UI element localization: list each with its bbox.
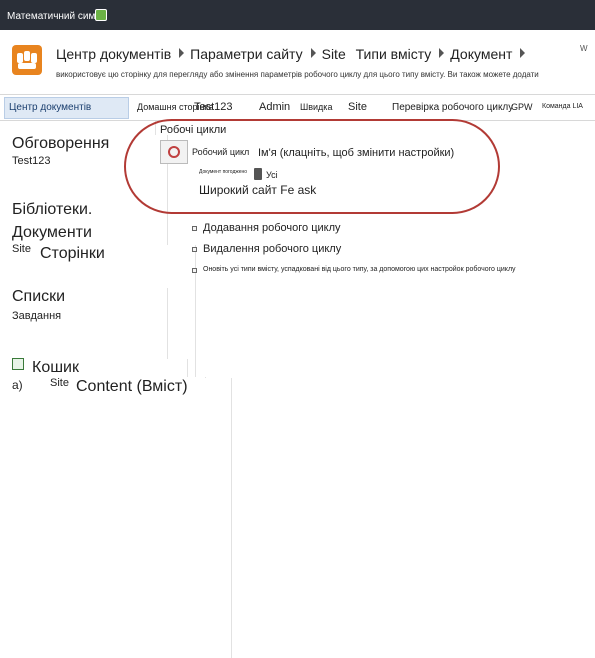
breadcrumb-separator-icon	[439, 48, 445, 58]
nav-item-site[interactable]: Site	[348, 101, 367, 113]
site-content-link[interactable]: Content (Вміст)	[76, 378, 232, 658]
bullet-icon	[192, 247, 197, 252]
nav-item-quick[interactable]: Швидка	[300, 102, 332, 112]
page-description: використовує цю сторінку для перегляду а…	[56, 70, 539, 79]
breadcrumb-overflow: W	[580, 44, 588, 53]
update-all-content-types-link[interactable]: Оновіть усі типи вмісту, успадковані від…	[203, 266, 516, 273]
remove-workflow-link[interactable]: Видалення робочого циклу	[203, 243, 341, 255]
bullet-icon	[192, 226, 197, 231]
recycle-bin-icon[interactable]	[12, 358, 24, 370]
breadcrumb-item[interactable]: Параметри сайту	[190, 46, 302, 62]
breadcrumb-separator-icon	[179, 48, 185, 58]
nav-item-current[interactable]: Центр документів	[4, 97, 129, 119]
breadcrumb-separator-icon	[520, 48, 526, 58]
breadcrumb-item: Документ	[450, 46, 513, 62]
add-workflow-link[interactable]: Додавання робочого циклу	[203, 222, 341, 234]
nav-item-test123[interactable]: Test123	[194, 101, 233, 113]
nav-item-gpw[interactable]: GPW	[511, 102, 533, 112]
breadcrumb-separator-icon	[310, 48, 316, 58]
breadcrumb-item[interactable]: Центр документів	[56, 46, 171, 62]
site-logo-icon	[12, 45, 42, 75]
nav-item-team-lia[interactable]: Команда LIA	[542, 103, 583, 110]
nav-item-admin[interactable]: Admin	[259, 101, 290, 113]
nav-item-workflow-review[interactable]: Перевірка робочого циклу	[392, 102, 513, 113]
breadcrumb-item[interactable]: Типи вмісту	[356, 46, 432, 62]
site-icon[interactable]	[95, 9, 107, 21]
highlight-ring	[124, 119, 500, 214]
breadcrumb: Центр документів Параметри сайту Site Типи…	[56, 46, 531, 62]
top-bar: Математичний сима	[0, 0, 595, 30]
top-nav: Центр документів Домашня сторінка Test12…	[0, 94, 595, 121]
breadcrumb-item[interactable]: Site	[322, 46, 346, 62]
bullet-icon	[192, 268, 197, 273]
site-name[interactable]: Математичний сима	[7, 11, 101, 22]
